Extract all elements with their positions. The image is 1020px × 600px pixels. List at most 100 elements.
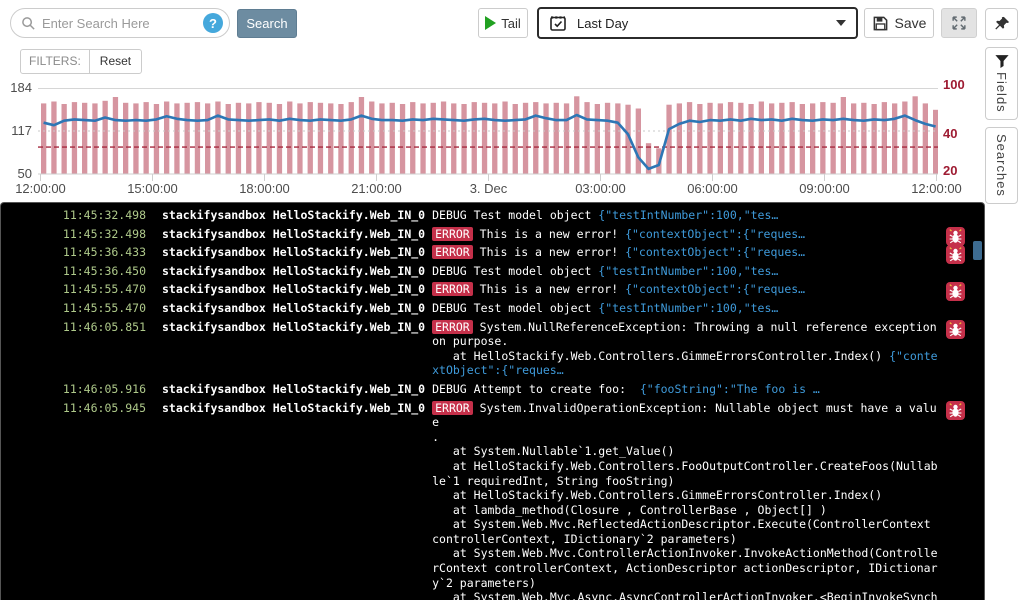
chart-bar — [133, 103, 138, 174]
x-axis-tick: 09:00:00 — [785, 181, 865, 196]
chart-bar — [328, 103, 333, 174]
chart-bar — [92, 103, 97, 174]
chart-bar — [420, 103, 425, 174]
log-app-source: stackifysandbox HelloStackify.Web_IN_0 — [162, 282, 425, 297]
time-range-select[interactable]: Last Day — [537, 7, 858, 39]
bug-error-icon[interactable] — [946, 320, 965, 339]
log-text-segment: System.NullReferenceException: Throwing … — [432, 320, 937, 363]
log-app-source: stackifysandbox HelloStackify.Web_IN_0 — [162, 401, 425, 416]
log-app-source: stackifysandbox HelloStackify.Web_IN_0 — [162, 245, 425, 260]
log-row[interactable]: 11:46:05.945stackifysandbox HelloStackif… — [1, 401, 984, 600]
log-row[interactable]: 11:45:55.470 stackifysandbox HelloStackif… — [1, 301, 984, 316]
log-message: ERROR This is a new error! {"contextObje… — [432, 282, 940, 297]
chart-bar — [523, 103, 528, 174]
log-timestamp: 11:45:32.498 — [1, 208, 146, 223]
chart-bar — [379, 103, 384, 174]
filters-reset-button[interactable]: Reset — [90, 50, 141, 73]
chart-bar — [185, 103, 190, 174]
log-row[interactable]: 11:45:36.450stackifysandbox HelloStackif… — [1, 264, 984, 279]
chart-bar — [513, 104, 518, 174]
log-timestamp: 11:45:55.470 — [1, 282, 146, 297]
search-help-icon[interactable]: ? — [203, 13, 223, 33]
chart-bar — [369, 102, 374, 175]
chart-bar — [103, 101, 108, 174]
save-button[interactable]: Save — [864, 8, 934, 38]
pin-icon — [993, 15, 1011, 33]
log-timestamp: 11:46:05.851 — [1, 320, 146, 335]
chart-bar — [697, 104, 702, 174]
log-row[interactable]: 11:46:05.916stackifysandbox HelloStackif… — [1, 382, 984, 397]
chart-bar — [62, 104, 67, 174]
fullscreen-button[interactable] — [941, 8, 977, 38]
chart-bar — [287, 102, 292, 175]
log-timestamp: 11:45:36.433 — [1, 245, 146, 260]
chart-bar — [113, 97, 118, 174]
fullscreen-icon — [950, 14, 968, 32]
chart-bar — [492, 103, 497, 174]
log-level-debug: DEBUG — [432, 208, 467, 222]
chart-bar — [400, 104, 405, 174]
left-axis-tick: 117 — [0, 123, 32, 138]
log-row[interactable]: 11:45:32.498stackifysandbox HelloStackif… — [1, 208, 984, 223]
log-text-segment: This is a new error! — [480, 227, 625, 241]
bug-error-icon[interactable] — [946, 282, 965, 301]
chart-bar — [820, 102, 825, 174]
chart-bar — [390, 103, 395, 174]
chart-bar — [164, 102, 169, 175]
tail-button[interactable]: Tail — [478, 8, 528, 38]
log-level-error: ERROR — [432, 227, 473, 241]
x-axis-tick: 12:00:00 — [1, 181, 81, 196]
chart-bar — [584, 102, 589, 174]
search-button[interactable]: Search — [237, 9, 297, 38]
tab-fields[interactable]: Fields — [985, 47, 1018, 120]
chart-bar — [256, 102, 261, 174]
log-app-source: stackifysandbox HelloStackify.Web_IN_0 — [162, 382, 425, 397]
log-timestamp: 11:45:32.498 — [1, 227, 146, 242]
tab-fields-label: Fields — [994, 72, 1009, 113]
chart-bar — [226, 104, 231, 174]
chart-bar — [236, 103, 241, 174]
chart-bar — [277, 104, 282, 174]
chart-bar — [338, 104, 343, 174]
chart-bar — [636, 109, 641, 175]
chart-bar — [564, 103, 569, 174]
chart-bar — [267, 103, 272, 174]
log-console: 11:45:32.498 stackifysandbox HelloStackif… — [0, 202, 985, 600]
chart-bar — [595, 104, 600, 174]
chart-bar — [902, 102, 907, 175]
log-timestamp: 11:45:55.470 — [1, 301, 146, 316]
chart-bar — [841, 97, 846, 174]
left-axis-tick: 184 — [0, 80, 32, 95]
chart-bar — [410, 102, 415, 174]
x-axis-tick: 21:00:00 — [337, 181, 417, 196]
chart-bar — [308, 102, 313, 174]
log-row[interactable]: 11:45:55.470 stackifysandbox HelloStackif… — [1, 282, 984, 297]
log-message: DEBUG Test model object {"testIntNumber"… — [432, 208, 940, 223]
right-rail: Fields Searches — [985, 8, 1019, 204]
chart-bar — [205, 103, 210, 174]
filter-icon — [994, 54, 1010, 68]
search-input[interactable] — [42, 16, 203, 31]
chart-bar — [297, 103, 302, 174]
chart-bar — [543, 103, 548, 174]
log-row[interactable]: 11:46:05.851stackifysandbox HelloStackif… — [1, 320, 984, 378]
bug-error-icon[interactable] — [946, 401, 965, 420]
bug-error-icon[interactable] — [946, 245, 965, 264]
log-message: ERROR System.NullReferenceException: Thr… — [432, 320, 940, 378]
log-text-segment: Test model object — [474, 264, 599, 278]
chart-bar — [605, 103, 610, 174]
bug-error-icon[interactable] — [946, 227, 965, 246]
log-row[interactable]: 11:45:36.433 stackifysandbox HelloStackif… — [1, 245, 984, 260]
chart-bar — [195, 102, 200, 174]
log-app-source: stackifysandbox HelloStackify.Web_IN_0 — [162, 301, 425, 316]
chart-bar — [748, 104, 753, 174]
pin-button[interactable] — [985, 8, 1018, 40]
chevron-down-icon — [836, 20, 846, 26]
log-row[interactable]: 11:45:32.498stackifysandbox HelloStackif… — [1, 227, 984, 242]
chart-bar — [831, 103, 836, 174]
search-box[interactable]: ? — [10, 8, 230, 38]
chart-bar — [615, 103, 620, 174]
filters-label: FILTERS: — [21, 50, 90, 73]
log-text-segment: Test model object — [474, 208, 599, 222]
tab-searches[interactable]: Searches — [985, 127, 1018, 204]
